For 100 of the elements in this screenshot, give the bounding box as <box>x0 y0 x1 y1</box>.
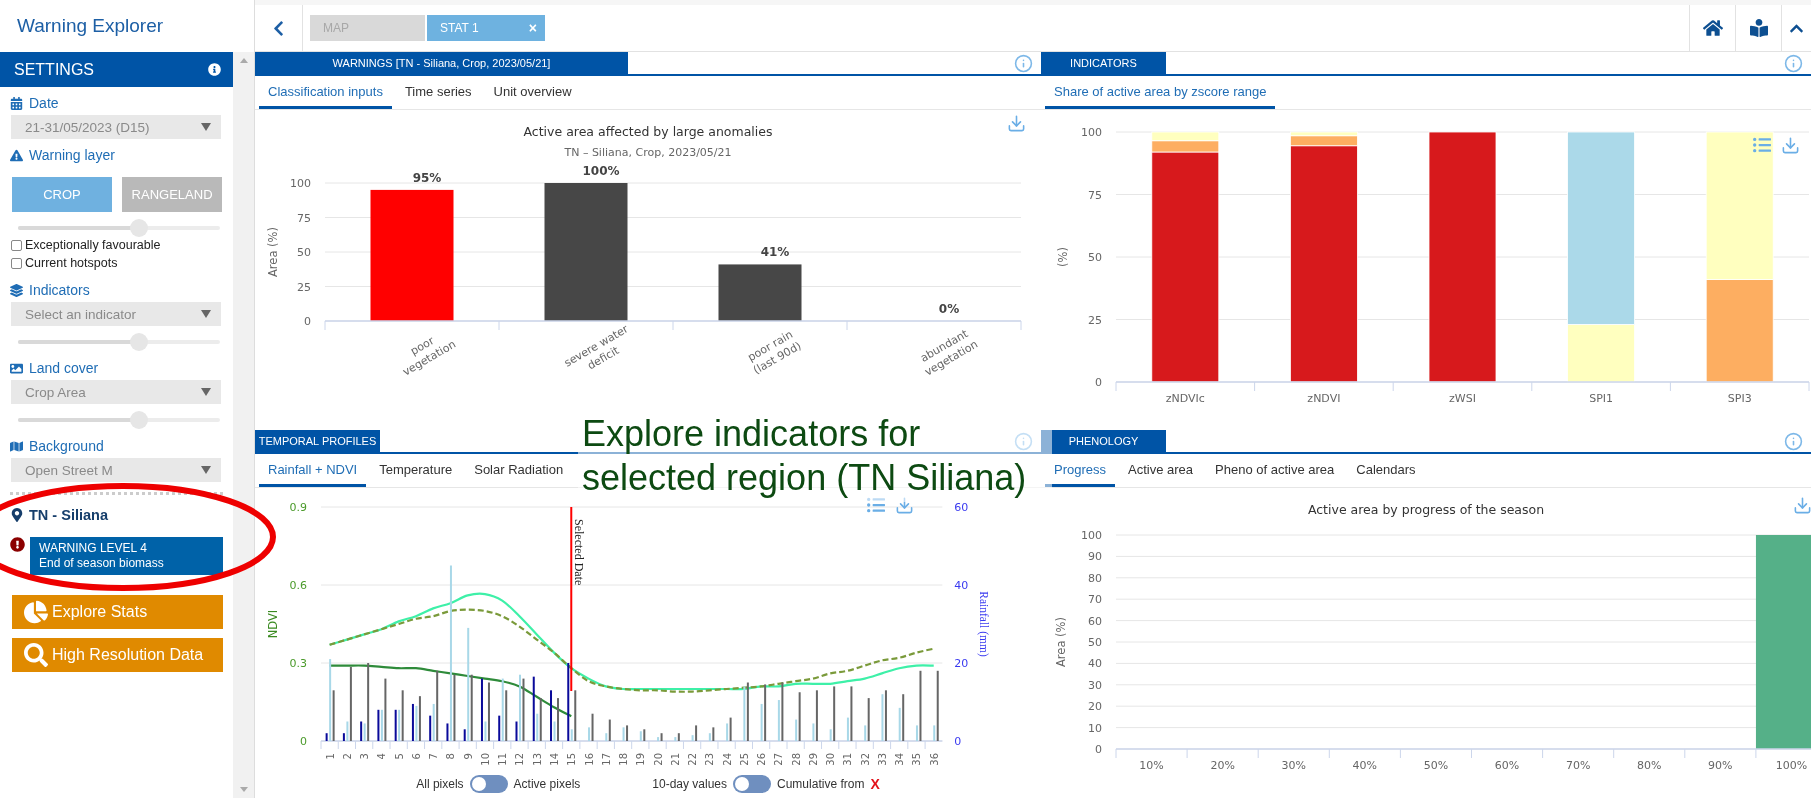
dropdown[interactable]: 21-31/05/2023 (D15) <box>11 115 222 139</box>
toggle-label: Cumulative from <box>777 777 865 791</box>
checkbox-label: Current hotspots <box>25 256 118 270</box>
warning-level: WARNING LEVEL 4 <box>39 541 148 556</box>
list-icon[interactable] <box>1753 136 1771 154</box>
panel-tab[interactable]: INDICATORS <box>1041 52 1166 74</box>
axis-tick-label: 80 <box>1088 571 1102 585</box>
toggle-label: All pixels <box>416 777 464 791</box>
chart-tab[interactable]: Classification inputs <box>259 76 392 109</box>
panel-tab[interactable]: WARNINGS [TN - Siliana, Crop, 2023/05/21] <box>255 52 628 74</box>
axis-tick-label: 75 <box>297 211 311 225</box>
dropdown[interactable]: Open Street M <box>11 458 222 482</box>
axis-tick-label: 3 <box>359 753 371 760</box>
axis-tick-label: 28 <box>790 753 802 766</box>
slider-thumb[interactable] <box>130 219 149 237</box>
section-label: Land cover <box>29 360 99 376</box>
dropdown[interactable]: Select an indicator <box>11 302 222 326</box>
axis-tick-label: 27 <box>773 753 785 766</box>
axis-tick-label: 50 <box>1088 636 1102 649</box>
axis-tick-label: 50% <box>1423 759 1449 772</box>
axis-tick-label: 0.3 <box>289 657 307 670</box>
axis-tick-label: 12 <box>514 753 526 766</box>
chart-tab[interactable]: Calendars <box>1347 454 1425 487</box>
panel-tab[interactable]: TEMPORAL PROFILES <box>255 430 380 452</box>
pie-chart-icon <box>24 600 48 624</box>
axis-tick-label: 30% <box>1281 759 1306 772</box>
axis-tick-label: 34 <box>894 753 906 766</box>
axis-tick-label: 1 <box>324 753 336 760</box>
axis-tick-label: 15 <box>566 753 578 766</box>
toggle-switch[interactable] <box>469 775 508 793</box>
panel-tab[interactable]: PHENOLOGY <box>1041 430 1166 452</box>
toggle-switch[interactable] <box>733 775 772 793</box>
axis-tick-label: 60 <box>1088 614 1102 628</box>
axis-tick-label: 5 <box>393 753 405 760</box>
axis-tick-label: 0 <box>300 735 307 748</box>
selected-date-label: Selected Date <box>572 519 587 586</box>
search-icon <box>24 643 48 667</box>
axis-tick-label: 18 <box>618 753 630 766</box>
axis-tick-label: 100 <box>290 177 311 190</box>
chart-tab[interactable]: Solar Radiation <box>465 454 573 487</box>
chart-tab[interactable]: Pheno of active area <box>1206 454 1344 487</box>
dropdown[interactable]: Crop Area <box>11 380 222 404</box>
axis-title: Area (%) <box>1054 617 1068 667</box>
bar-value-label: 95% <box>412 170 442 185</box>
chart-tab[interactable]: Share of active area by zscore range <box>1045 76 1276 109</box>
chart-tab[interactable]: Active area <box>1119 454 1203 487</box>
bar-value-label: 41% <box>760 245 790 260</box>
axis-tick-label: 9 <box>462 753 474 760</box>
axis-tick-label: 0 <box>954 735 962 748</box>
axis-tick-label: 10 <box>1088 721 1102 735</box>
scrollbar[interactable] <box>233 52 254 798</box>
bar-value-label: 0% <box>938 302 960 316</box>
axis-tick-label: 26 <box>756 753 768 766</box>
scroll-down-icon <box>239 787 248 792</box>
axis-title: NDVI <box>266 609 280 639</box>
download-icon[interactable] <box>1007 114 1026 133</box>
list-icon[interactable] <box>867 496 885 514</box>
axis-tick-label: 20% <box>1210 759 1235 772</box>
axis-tick-label: 0 <box>304 315 311 328</box>
tab-label: STAT 1 <box>440 21 479 35</box>
slider-thumb[interactable] <box>130 411 149 429</box>
image-icon <box>10 361 23 375</box>
toggle-label: Active pixels <box>513 777 581 791</box>
axis-tick-label: 20 <box>1088 700 1102 714</box>
axis-tick-label: 10% <box>1139 759 1164 772</box>
slider-thumb[interactable] <box>130 333 149 351</box>
axis-tick-label: 25 <box>738 753 750 766</box>
axis-tick-label: 20 <box>954 657 969 670</box>
axis-tick-label: 25 <box>1088 313 1102 327</box>
download-icon[interactable] <box>1781 136 1800 155</box>
chart-tab[interactable]: Unit overview <box>484 76 581 109</box>
warning-description: End of season biomass <box>39 556 165 571</box>
bar-value-label: 100% <box>582 164 620 178</box>
home-icon <box>1702 18 1723 38</box>
scroll-up-icon <box>239 58 248 63</box>
close-marker: X <box>870 776 880 792</box>
calendar-icon <box>10 96 23 110</box>
axis-tick-label: SPI1 <box>1589 392 1614 405</box>
axis-tick-label: 0 <box>1095 376 1102 389</box>
chart-tab[interactable]: Time series <box>395 76 481 109</box>
axis-tick-label: 100 <box>1081 529 1102 542</box>
checkbox[interactable] <box>11 239 22 251</box>
chart-tab[interactable]: Rainfall + NDVI <box>259 454 367 487</box>
chart-tab[interactable]: Temperature <box>370 454 462 487</box>
download-icon[interactable] <box>1793 496 1811 515</box>
axis-tick-label: 35 <box>911 753 923 766</box>
info-icon[interactable] <box>208 63 222 76</box>
chart-tab[interactable]: Progress <box>1045 454 1116 487</box>
axis-tick-label: zNDVI <box>1307 392 1341 405</box>
chart-title: Active area affected by large anomalies <box>523 124 773 139</box>
axis-tick-label: 24 <box>721 753 733 766</box>
axis-title: Area (%) <box>266 227 280 277</box>
section-label: Date <box>29 95 59 111</box>
section-label: Warning layer <box>29 147 115 163</box>
axis-tick-label: 30 <box>825 753 837 766</box>
section-label: Indicators <box>29 282 90 298</box>
checkbox[interactable] <box>11 257 22 269</box>
download-icon[interactable] <box>895 496 914 515</box>
caret-icon <box>201 388 212 396</box>
axis-tick-label: 80% <box>1637 759 1662 772</box>
